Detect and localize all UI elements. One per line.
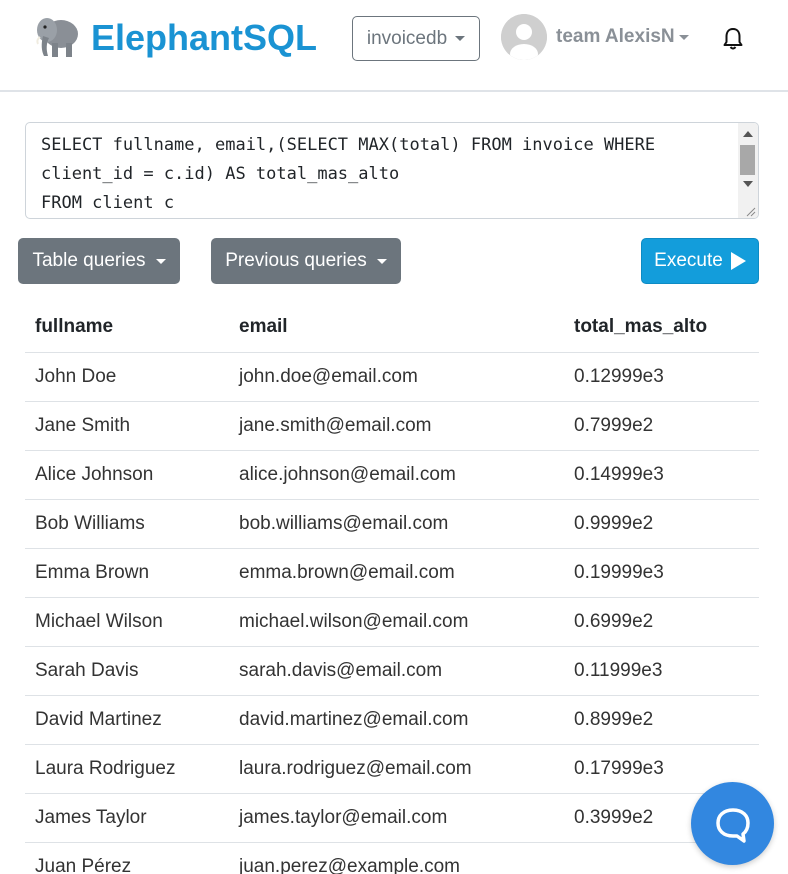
scroll-thumb[interactable] (740, 145, 755, 175)
table-row: James Taylor james.taylor@email.com 0.39… (25, 793, 759, 843)
cell-fullname: David Martinez (25, 695, 229, 745)
cell-total: 0.11999e3 (564, 646, 759, 696)
cell-email: bob.williams@email.com (229, 499, 564, 549)
cell-email: james.taylor@email.com (229, 793, 564, 843)
scroll-up-icon[interactable] (743, 131, 753, 137)
previous-queries-button[interactable]: Previous queries (211, 238, 401, 284)
cell-email: sarah.davis@email.com (229, 646, 564, 696)
cell-total: 0.14999e3 (564, 450, 759, 500)
cell-fullname: Michael Wilson (25, 597, 229, 647)
sql-query-text[interactable]: SELECT fullname, email,(SELECT MAX(total… (41, 131, 741, 218)
chevron-down-icon (155, 258, 166, 264)
cell-fullname: Sarah Davis (25, 646, 229, 696)
column-header: email (229, 303, 564, 353)
cell-fullname: Bob Williams (25, 499, 229, 549)
table-row: Alice Johnson alice.johnson@email.com 0.… (25, 450, 759, 500)
chevron-down-icon (376, 258, 387, 264)
previous-queries-label: Previous queries (225, 250, 367, 271)
table-header-row: fullname email total_mas_alto (25, 303, 759, 353)
cell-email: juan.perez@example.com (229, 842, 564, 874)
execute-button[interactable]: Execute (641, 238, 759, 284)
play-icon (730, 252, 746, 270)
cell-fullname: Emma Brown (25, 548, 229, 598)
cell-email: alice.johnson@email.com (229, 450, 564, 500)
table-row: Juan Pérez juan.perez@example.com (25, 842, 759, 874)
cell-total: 0.19999e3 (564, 548, 759, 598)
cell-total: 0.9999e2 (564, 499, 759, 549)
user-name-label: team AlexisN (556, 26, 675, 47)
results-table: fullname email total_mas_alto John Doe j… (25, 303, 759, 874)
cell-fullname: John Doe (25, 352, 229, 402)
brand-name[interactable]: ElephantSQL (91, 17, 317, 59)
table-queries-label: Table queries (32, 250, 146, 271)
scroll-down-icon[interactable] (743, 181, 753, 187)
column-header: fullname (25, 303, 229, 353)
table-row: John Doe john.doe@email.com 0.12999e3 (25, 352, 759, 402)
elephant-logo-icon[interactable] (34, 10, 84, 60)
chevron-down-icon (678, 34, 689, 40)
column-header: total_mas_alto (564, 303, 759, 353)
cell-fullname: Alice Johnson (25, 450, 229, 500)
avatar[interactable] (501, 14, 547, 60)
table-row: Sarah Davis sarah.davis@email.com 0.1199… (25, 646, 759, 696)
cell-total: 0.8999e2 (564, 695, 759, 745)
table-queries-button[interactable]: Table queries (18, 238, 180, 284)
cell-email: michael.wilson@email.com (229, 597, 564, 647)
sql-query-editor[interactable]: SELECT fullname, email,(SELECT MAX(total… (25, 122, 759, 219)
cell-email: jane.smith@email.com (229, 401, 564, 451)
chevron-down-icon (455, 36, 466, 41)
cell-fullname: Laura Rodriguez (25, 744, 229, 794)
table-row: Emma Brown emma.brown@email.com 0.19999e… (25, 548, 759, 598)
table-row: Bob Williams bob.williams@email.com 0.99… (25, 499, 759, 549)
cell-total: 0.7999e2 (564, 401, 759, 451)
top-navbar: ElephantSQL invoicedb team AlexisN (0, 0, 788, 92)
table-row: Jane Smith jane.smith@email.com 0.7999e2 (25, 401, 759, 451)
cell-email: john.doe@email.com (229, 352, 564, 402)
user-menu[interactable]: team AlexisN (556, 26, 689, 48)
cell-total: 0.12999e3 (564, 352, 759, 402)
table-row: Michael Wilson michael.wilson@email.com … (25, 597, 759, 647)
cell-fullname: Jane Smith (25, 401, 229, 451)
table-row: Laura Rodriguez laura.rodriguez@email.co… (25, 744, 759, 794)
execute-label: Execute (654, 250, 723, 271)
bell-icon[interactable] (722, 27, 744, 51)
cell-email: emma.brown@email.com (229, 548, 564, 598)
cell-fullname: Juan Pérez (25, 842, 229, 874)
table-row: David Martinez david.martinez@email.com … (25, 695, 759, 745)
cell-total: 0.6999e2 (564, 597, 759, 647)
chat-bubble-icon[interactable] (691, 782, 774, 865)
cell-email: david.martinez@email.com (229, 695, 564, 745)
cell-email: laura.rodriguez@email.com (229, 744, 564, 794)
resize-handle-icon[interactable] (744, 204, 756, 217)
cell-fullname: James Taylor (25, 793, 229, 843)
database-select[interactable]: invoicedb (352, 16, 480, 61)
database-select-label: invoicedb (366, 27, 448, 49)
